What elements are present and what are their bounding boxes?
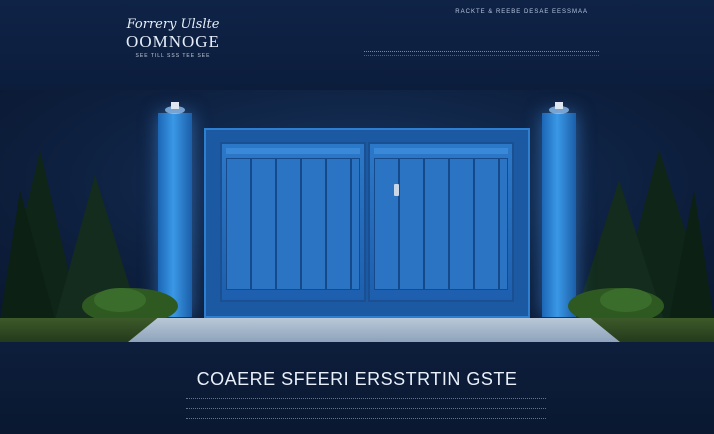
door-panels — [374, 158, 508, 290]
brand-tagline: SEE TILL SSS TEE SEE — [135, 53, 211, 59]
driveway — [128, 318, 620, 342]
garage-door-frame — [204, 128, 530, 318]
top-nav-link[interactable]: RACKTE & REEBE DESAE EESSMAA — [455, 9, 588, 15]
lamp-icon — [165, 102, 185, 114]
door-handle-icon — [394, 184, 399, 196]
garage-door-right — [368, 142, 514, 302]
door-panels — [226, 158, 360, 290]
footer-subtext-line — [186, 408, 546, 411]
brand-logo[interactable]: Forrery Ulslte OOMNOGE SEE TILL SSS TEE … — [118, 18, 228, 60]
header-band — [0, 0, 714, 90]
footer-subtext-line — [186, 398, 546, 401]
lamp-icon — [549, 102, 569, 114]
garage-door-left — [220, 142, 366, 302]
door-top-bar — [374, 148, 508, 154]
right-bush — [568, 288, 664, 320]
door-top-bar — [226, 148, 360, 154]
brand-script: Forrery Ulslte — [126, 17, 220, 32]
footer-subtext-line — [186, 418, 546, 421]
brand-name: OOMNOGE — [126, 32, 220, 51]
header-subtext-line — [364, 51, 599, 56]
left-bush — [82, 288, 178, 320]
scene: Forrery Ulslte OOMNOGE SEE TILL SSS TEE … — [0, 0, 714, 434]
footer-title: COAERE SFEERI ERSSTRTIN GSTE — [196, 369, 518, 389]
